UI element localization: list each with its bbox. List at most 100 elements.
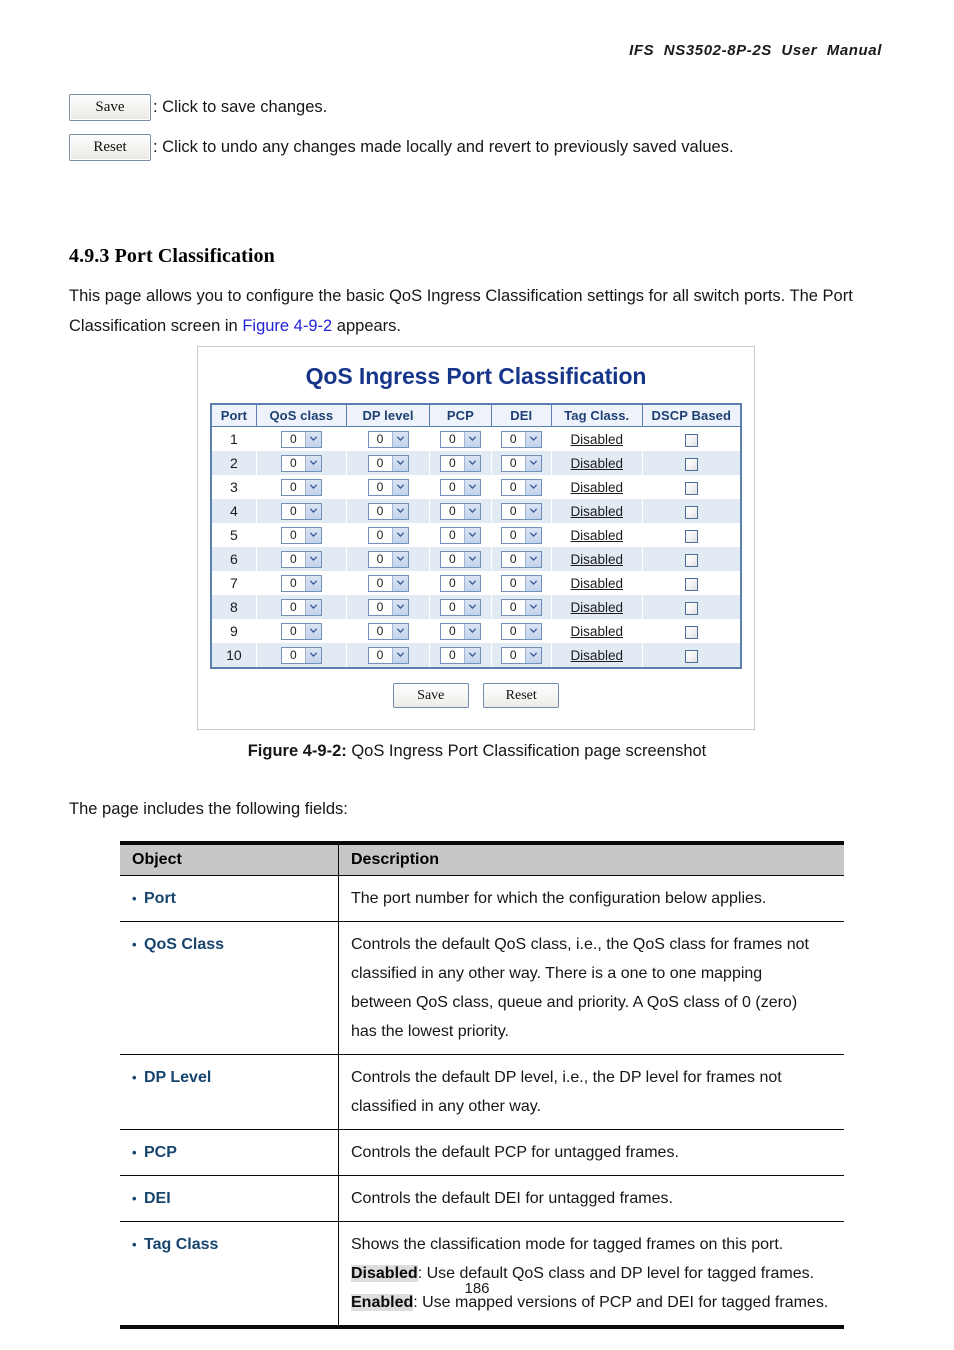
- dp-level-select[interactable]: 0: [367, 598, 409, 616]
- pcp-select[interactable]: 0: [439, 502, 481, 520]
- qos-class-select[interactable]: 0: [280, 646, 322, 664]
- qos-page-title: QoS Ingress Port Classification: [305, 363, 647, 389]
- cell-pcp: 0: [429, 426, 492, 451]
- pcp-select[interactable]: 0: [439, 430, 481, 448]
- tag-class-link[interactable]: Disabled: [570, 576, 623, 591]
- dei-select[interactable]: 0: [500, 430, 542, 448]
- cell-dscp-based: [641, 643, 742, 668]
- cell-dp-level: 0: [345, 475, 431, 499]
- tag-class-link[interactable]: Disabled: [570, 528, 623, 543]
- dp-level-select[interactable]: 0: [367, 550, 409, 568]
- dscp-based-checkbox[interactable]: [684, 553, 698, 567]
- chevron-down-icon: [391, 479, 408, 495]
- cell-qos-class: 0: [255, 451, 347, 475]
- dp-level-select[interactable]: 0: [367, 574, 409, 592]
- pcp-select[interactable]: 0: [439, 598, 481, 616]
- qos-class-select[interactable]: 0: [280, 526, 322, 544]
- tag-class-link[interactable]: Disabled: [570, 432, 623, 447]
- cell-dp-level: 0: [345, 547, 431, 571]
- pcp-select[interactable]: 0: [439, 646, 481, 664]
- tag-class-link[interactable]: Disabled: [570, 504, 623, 519]
- pcp-select[interactable]: 0: [439, 550, 481, 568]
- qos-table-row: 3 0 0 0 0 Disabled: [210, 475, 742, 499]
- pcp-select[interactable]: 0: [439, 574, 481, 592]
- figure-caption-text: QoS Ingress Port Classification page scr…: [346, 742, 707, 760]
- dscp-based-checkbox[interactable]: [684, 433, 698, 447]
- pcp-select[interactable]: 0: [439, 454, 481, 472]
- dei-select[interactable]: 0: [500, 574, 542, 592]
- dscp-based-checkbox[interactable]: [684, 625, 698, 639]
- dp-level-select[interactable]: 0: [367, 502, 409, 520]
- dei-select[interactable]: 0: [500, 646, 542, 664]
- object-label: DEI: [144, 1190, 171, 1207]
- figure-cross-reference-link[interactable]: Figure 4-9-2: [242, 317, 332, 335]
- dp-level-select[interactable]: 0: [367, 622, 409, 640]
- dp-level-select[interactable]: 0: [367, 526, 409, 544]
- dscp-based-checkbox[interactable]: [684, 649, 698, 663]
- dp-level-select[interactable]: 0: [367, 454, 409, 472]
- chevron-down-icon: [463, 455, 480, 471]
- dei-select[interactable]: 0: [500, 622, 542, 640]
- chevron-down-icon: [524, 527, 541, 543]
- dei-select[interactable]: 0: [500, 550, 542, 568]
- description-text-cell: Controls the default QoS class, i.e., th…: [338, 921, 844, 1055]
- qos-class-select[interactable]: 0: [280, 622, 322, 640]
- cell-dscp-based: [641, 523, 742, 547]
- dp-level-select[interactable]: 0: [367, 646, 409, 664]
- tag-class-link[interactable]: Disabled: [570, 600, 623, 615]
- description-table-row: • DP Level Controls the default DP level, …: [120, 1054, 844, 1130]
- description-object-cell: • QoS Class: [120, 921, 339, 1055]
- dei-select[interactable]: 0: [500, 526, 542, 544]
- dscp-based-checkbox[interactable]: [684, 577, 698, 591]
- qos-table-row: 4 0 0 0 0 Disabled: [210, 499, 742, 523]
- qos-class-select[interactable]: 0: [280, 550, 322, 568]
- pcp-select[interactable]: 0: [439, 622, 481, 640]
- dei-select[interactable]: 0: [500, 478, 542, 496]
- dscp-based-checkbox[interactable]: [684, 481, 698, 495]
- cell-tag-class: Disabled: [550, 619, 643, 643]
- description-header-row: Object Description: [120, 843, 844, 876]
- qos-class-select[interactable]: 0: [280, 478, 322, 496]
- chevron-down-icon: [304, 479, 321, 495]
- tag-class-link[interactable]: Disabled: [570, 456, 623, 471]
- qos-class-select[interactable]: 0: [280, 454, 322, 472]
- dei-select[interactable]: 0: [500, 454, 542, 472]
- figure-reset-button[interactable]: Reset: [483, 683, 560, 708]
- description-text-cell: The port number for which the configurat…: [338, 875, 844, 922]
- qos-class-select[interactable]: 0: [280, 574, 322, 592]
- cell-pcp: 0: [429, 643, 492, 668]
- cell-dscp-based: [641, 499, 742, 523]
- object-label: DP Level: [144, 1069, 212, 1086]
- tag-class-link[interactable]: Disabled: [570, 552, 623, 567]
- dp-level-select[interactable]: 0: [367, 430, 409, 448]
- qos-class-select[interactable]: 0: [280, 502, 322, 520]
- qos-ingress-port-classification-table: Port QoS class DP level PCP DEI Tag Clas…: [210, 403, 742, 669]
- chevron-down-icon: [463, 623, 480, 639]
- cell-dscp-based: [641, 475, 742, 499]
- dp-level-select[interactable]: 0: [367, 478, 409, 496]
- cell-dei: 0: [490, 475, 552, 499]
- description-object-cell: • Tag Class: [120, 1221, 339, 1327]
- pcp-select[interactable]: 0: [439, 478, 481, 496]
- qos-class-select[interactable]: 0: [280, 430, 322, 448]
- dscp-based-checkbox[interactable]: [684, 505, 698, 519]
- pcp-select[interactable]: 0: [439, 526, 481, 544]
- qos-table-row: 10 0 0 0 0 Disabled: [210, 643, 742, 668]
- dscp-based-checkbox[interactable]: [684, 529, 698, 543]
- dscp-based-checkbox[interactable]: [684, 457, 698, 471]
- save-button[interactable]: Save: [69, 93, 151, 121]
- tag-class-link[interactable]: Disabled: [570, 648, 623, 663]
- figure-save-button[interactable]: Save: [392, 683, 469, 708]
- tag-class-link[interactable]: Disabled: [570, 624, 623, 639]
- dscp-based-checkbox[interactable]: [684, 601, 698, 615]
- reset-button[interactable]: Reset: [69, 133, 151, 161]
- qos-table-row: 7 0 0 0 0 Disabled: [210, 571, 742, 595]
- qos-table-row: 6 0 0 0 0 Disabled: [210, 547, 742, 571]
- dei-select[interactable]: 0: [500, 598, 542, 616]
- dei-select[interactable]: 0: [500, 502, 542, 520]
- field-description-table-wrapper: Object Description • Port The port number …: [120, 841, 844, 1329]
- cell-port: 5: [210, 523, 257, 547]
- qos-class-select[interactable]: 0: [280, 598, 322, 616]
- tag-class-link[interactable]: Disabled: [570, 480, 623, 495]
- description-table-row: • Port The port number for which the confi…: [120, 875, 844, 922]
